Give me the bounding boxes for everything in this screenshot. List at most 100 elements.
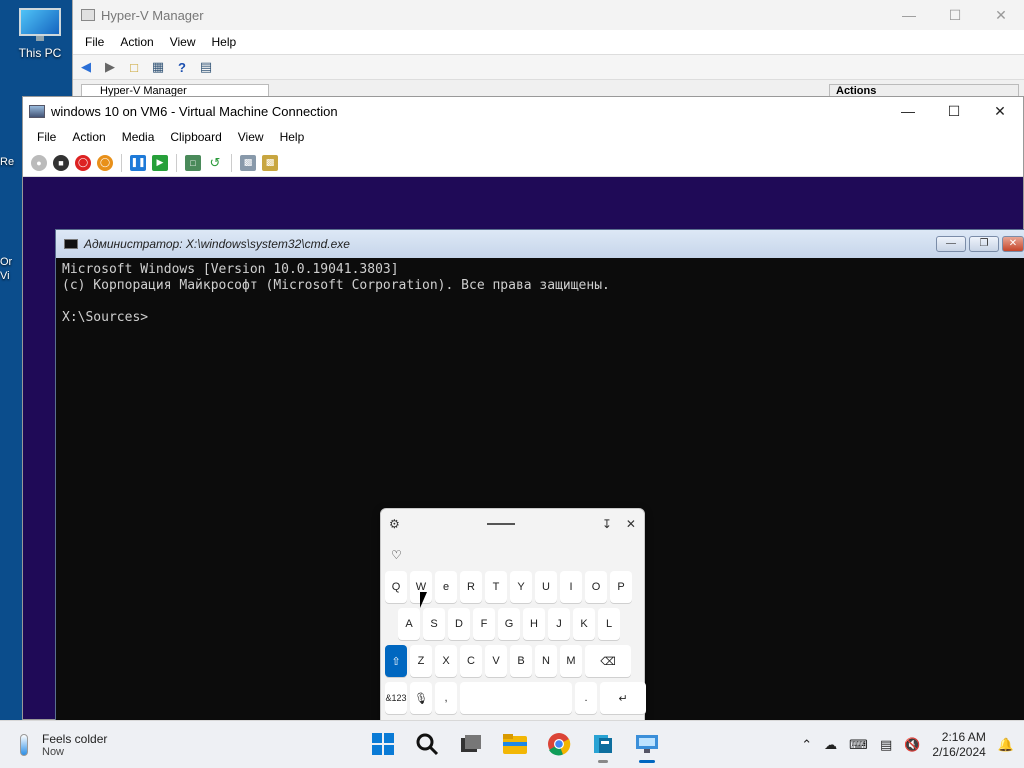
- key-f[interactable]: F: [473, 608, 495, 640]
- key-s[interactable]: S: [423, 608, 445, 640]
- share-icon[interactable]: ▩: [262, 154, 278, 171]
- network-icon[interactable]: ▤: [880, 737, 892, 753]
- clock[interactable]: 2:16 AM 2/16/2024: [932, 730, 985, 760]
- vm-menu-help[interactable]: Help: [272, 130, 313, 144]
- key-b[interactable]: B: [510, 645, 532, 677]
- key-y[interactable]: Y: [510, 571, 532, 603]
- save-state-icon[interactable]: ◯: [97, 154, 113, 171]
- cmd-titlebar[interactable]: Администратор: X:\windows\system32\cmd.e…: [56, 230, 1024, 258]
- key-h[interactable]: H: [523, 608, 545, 640]
- key-c[interactable]: C: [460, 645, 482, 677]
- keyboard-drag-handle[interactable]: [486, 523, 515, 525]
- symbols-key[interactable]: &123: [385, 682, 407, 714]
- search-button[interactable]: [410, 725, 444, 763]
- cmd-minimize-button[interactable]: —: [936, 236, 966, 252]
- forward-arrow-icon[interactable]: ▶: [101, 59, 119, 75]
- menu-view[interactable]: View: [162, 35, 204, 49]
- key-k[interactable]: K: [573, 608, 595, 640]
- file-explorer-button[interactable]: [498, 725, 532, 763]
- volume-muted-icon[interactable]: 🔇: [904, 737, 920, 753]
- keyboard-settings-icon[interactable]: ⚙: [389, 517, 400, 531]
- back-arrow-icon[interactable]: ◀: [77, 59, 95, 75]
- folder-up-icon[interactable]: □: [125, 59, 143, 75]
- key-x[interactable]: X: [435, 645, 457, 677]
- key-t[interactable]: T: [485, 571, 507, 603]
- action-pane-icon[interactable]: ▤: [197, 59, 215, 75]
- key-i[interactable]: I: [560, 571, 582, 603]
- vm-maximize-button[interactable]: ☐: [931, 103, 977, 120]
- key-j[interactable]: J: [548, 608, 570, 640]
- cloud-off-icon[interactable]: ☁: [824, 737, 837, 753]
- vm-menu-media[interactable]: Media: [114, 130, 163, 144]
- cmd-close-button[interactable]: ✕: [1002, 236, 1024, 252]
- key-n[interactable]: N: [535, 645, 557, 677]
- hyperv-icon: [594, 735, 612, 753]
- microphone-key-icon[interactable]: 🎙: [410, 682, 432, 714]
- this-pc-desktop-icon[interactable]: This PC: [10, 8, 70, 60]
- task-view-button[interactable]: [454, 725, 488, 763]
- weather-widget[interactable]: Feels colder Now: [20, 732, 160, 758]
- help-icon[interactable]: ?: [173, 59, 191, 75]
- shutdown-icon[interactable]: ◯: [75, 154, 91, 171]
- key-z[interactable]: Z: [410, 645, 432, 677]
- key-u[interactable]: U: [535, 571, 557, 603]
- enhanced-session-icon[interactable]: ▩: [240, 154, 256, 171]
- keyboard-close-icon[interactable]: ✕: [626, 517, 636, 531]
- vm-connection-taskbar-button[interactable]: [630, 725, 664, 763]
- menu-help[interactable]: Help: [204, 35, 245, 49]
- turn-off-icon[interactable]: ■: [53, 154, 69, 171]
- shift-key-icon[interactable]: ⇧: [385, 645, 407, 677]
- monitor-icon: [19, 8, 61, 42]
- emoji-clipboard-icon[interactable]: ♡: [391, 548, 402, 562]
- cmd-console[interactable]: Microsoft Windows [Version 10.0.19041.38…: [56, 258, 1024, 330]
- vm-connection-taskbar-icon: [636, 735, 658, 753]
- comma-key[interactable]: ,: [435, 682, 457, 714]
- backspace-key-icon[interactable]: ⌫: [585, 645, 631, 677]
- key-l[interactable]: L: [598, 608, 620, 640]
- notification-bell-icon[interactable]: 🔔: [998, 737, 1014, 753]
- key-o[interactable]: O: [585, 571, 607, 603]
- key-q[interactable]: Q: [385, 571, 407, 603]
- key-m[interactable]: M: [560, 645, 582, 677]
- chrome-button[interactable]: [542, 725, 576, 763]
- vm-menu-action[interactable]: Action: [64, 130, 113, 144]
- resume-icon[interactable]: ▶: [152, 154, 168, 171]
- enter-key-icon[interactable]: ↵: [600, 682, 646, 714]
- key-d[interactable]: D: [448, 608, 470, 640]
- maximize-button[interactable]: ☐: [932, 7, 978, 24]
- hyperv-taskbar-button[interactable]: [586, 725, 620, 763]
- chevron-up-icon[interactable]: ⌃: [801, 737, 812, 753]
- keyboard-row-3: ⇧ Z X C V B N M ⌫: [381, 645, 644, 677]
- cmd-restore-button[interactable]: ❐: [969, 236, 999, 252]
- vm-close-button[interactable]: ✕: [977, 103, 1023, 120]
- spacebar-key[interactable]: [460, 682, 572, 714]
- key-p[interactable]: P: [610, 571, 632, 603]
- minimize-button[interactable]: —: [886, 7, 932, 24]
- checkpoint-icon[interactable]: □: [185, 154, 201, 171]
- period-key[interactable]: .: [575, 682, 597, 714]
- show-hide-tree-icon[interactable]: ▦: [149, 59, 167, 75]
- cmd-line: (c) Корпорация Майкрософт (Microsoft Cor…: [62, 278, 610, 293]
- vm-menu-clipboard[interactable]: Clipboard: [162, 130, 229, 144]
- hyperv-manager-window: Hyper-V Manager — ☐ ✕ File Action View H…: [72, 0, 1024, 100]
- vm-menu-view[interactable]: View: [230, 130, 272, 144]
- menu-action[interactable]: Action: [112, 35, 161, 49]
- pause-icon[interactable]: ❚❚: [130, 154, 146, 171]
- key-g[interactable]: G: [498, 608, 520, 640]
- start-button[interactable]: [366, 725, 400, 763]
- vm-menu-file[interactable]: File: [29, 130, 64, 144]
- vm-minimize-button[interactable]: —: [885, 103, 931, 120]
- key-r[interactable]: R: [460, 571, 482, 603]
- key-a[interactable]: A: [398, 608, 420, 640]
- key-e[interactable]: e: [435, 571, 457, 603]
- ctrl-alt-del-icon[interactable]: ●: [31, 154, 47, 171]
- hyperv-titlebar[interactable]: Hyper-V Manager — ☐ ✕: [73, 0, 1024, 30]
- menu-file[interactable]: File: [77, 35, 112, 49]
- key-v[interactable]: V: [485, 645, 507, 677]
- revert-icon[interactable]: ↺: [207, 154, 223, 171]
- keyboard-tray-icon[interactable]: ⌨: [849, 737, 868, 753]
- keyboard-dock-icon[interactable]: ↧: [602, 517, 612, 531]
- vm-titlebar[interactable]: windows 10 on VM6 - Virtual Machine Conn…: [23, 97, 1023, 125]
- close-button[interactable]: ✕: [978, 7, 1024, 24]
- desktop-partial-label-2: Or: [0, 256, 13, 268]
